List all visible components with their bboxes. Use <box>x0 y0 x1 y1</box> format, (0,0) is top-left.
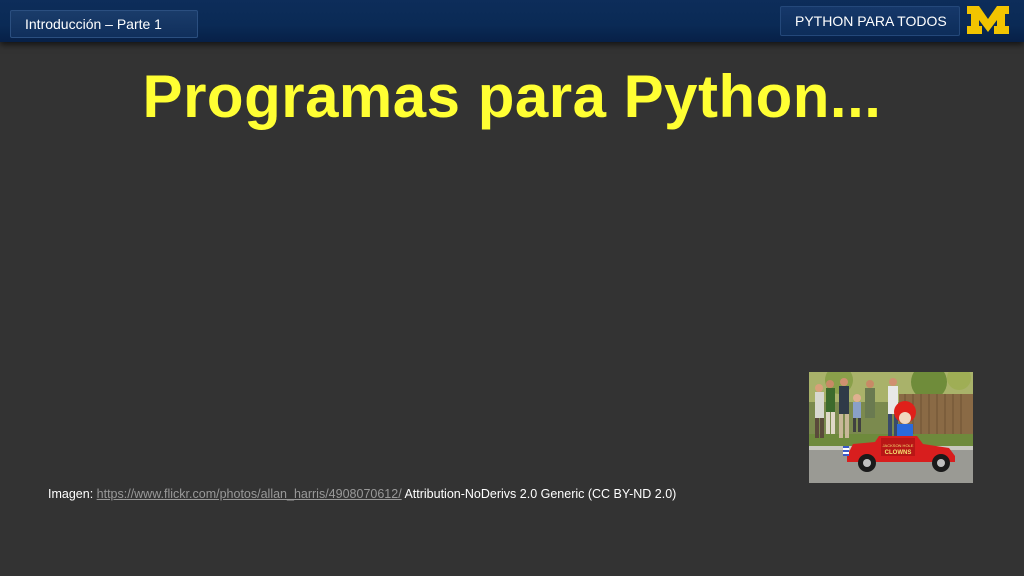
caption-link[interactable]: https://www.flickr.com/photos/allan_harr… <box>97 487 402 501</box>
clown-car-photo: JACKSON HOLE CLOWNS <box>809 372 973 483</box>
section-label: Introducción – Parte 1 <box>25 16 162 32</box>
car-sign-text: CLOWNS <box>885 450 912 456</box>
slide-title: Programas para Python... <box>142 63 882 130</box>
course-tab: PYTHON PARA TODOS <box>780 6 960 36</box>
image-caption: Imagen: https://www.flickr.com/photos/al… <box>48 487 676 501</box>
caption-prefix: Imagen: <box>48 487 97 501</box>
top-bar: Introducción – Parte 1 PYTHON PARA TODOS <box>0 0 1024 42</box>
svg-text:JACKSON HOLE: JACKSON HOLE <box>883 443 914 448</box>
course-label: PYTHON PARA TODOS <box>795 13 947 29</box>
caption-license: Attribution-NoDerivs 2.0 Generic (CC BY-… <box>401 487 677 501</box>
section-tab: Introducción – Parte 1 <box>10 10 198 38</box>
university-logo-icon <box>967 6 1009 34</box>
